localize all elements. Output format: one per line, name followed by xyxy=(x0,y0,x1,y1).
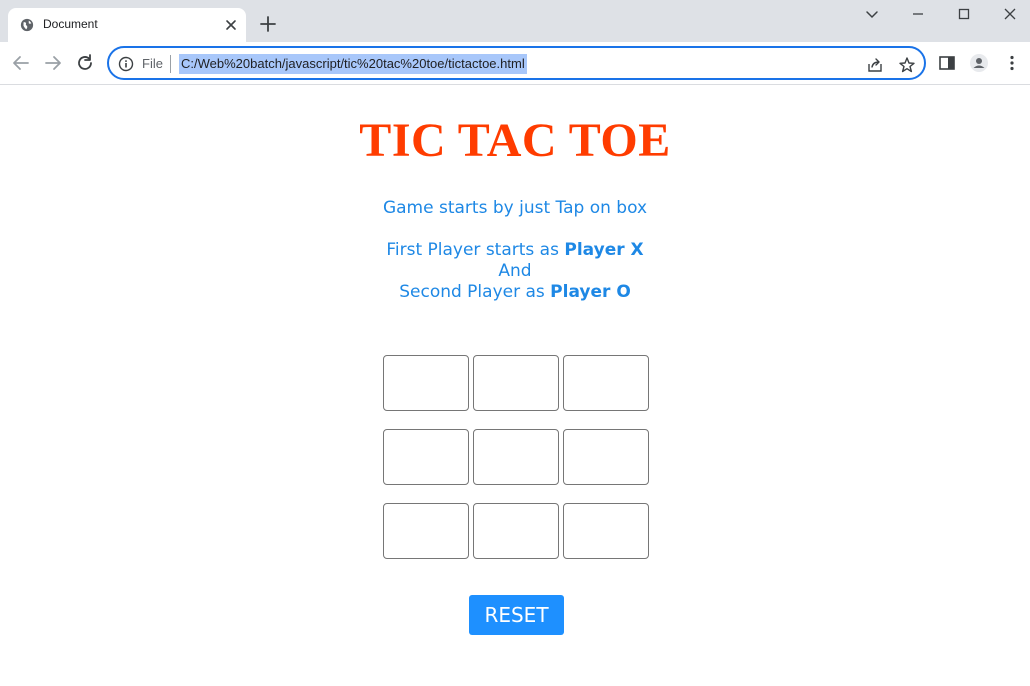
share-icon[interactable] xyxy=(866,56,884,74)
side-panel-icon[interactable] xyxy=(937,53,957,73)
board-cell-4[interactable] xyxy=(383,429,469,485)
url-text[interactable]: C:/Web%20batch/javascript/tic%20tac%20to… xyxy=(179,54,527,74)
tab-title: Document xyxy=(43,17,98,31)
site-info-icon[interactable] xyxy=(118,56,134,72)
address-bar[interactable]: File C:/Web%20batch/javascript/tic%20tac… xyxy=(107,46,926,80)
player-x-label: Player X xyxy=(564,240,644,260)
board-cell-3[interactable] xyxy=(563,355,649,411)
new-tab-icon[interactable] xyxy=(258,14,278,34)
player-x-prefix: First Player starts as xyxy=(386,240,565,260)
player-x-line: First Player starts as Player X xyxy=(0,240,1030,260)
back-arrow-icon[interactable] xyxy=(10,52,32,74)
board-cell-5[interactable] xyxy=(473,429,559,485)
browser-toolbar: File C:/Web%20batch/javascript/tic%20tac… xyxy=(0,42,1030,85)
player-o-prefix: Second Player as xyxy=(399,282,551,302)
browser-tab[interactable]: Document xyxy=(8,8,246,42)
tab-search-icon[interactable] xyxy=(861,4,883,24)
bookmark-star-icon[interactable] xyxy=(898,56,916,74)
maximize-icon[interactable] xyxy=(953,4,975,24)
and-line: And xyxy=(498,261,532,281)
globe-icon xyxy=(20,18,34,32)
profile-avatar-icon[interactable] xyxy=(969,53,989,73)
forward-arrow-icon[interactable] xyxy=(42,52,64,74)
minimize-icon[interactable] xyxy=(907,4,929,24)
page-title: TIC TAC TOE xyxy=(359,114,671,167)
intro-text: Game starts by just Tap on box xyxy=(382,198,648,218)
board-cell-7[interactable] xyxy=(383,503,469,559)
scheme-label: File xyxy=(142,56,163,71)
reset-button[interactable]: RESET xyxy=(469,595,564,635)
board-cell-9[interactable] xyxy=(563,503,649,559)
board-cell-6[interactable] xyxy=(563,429,649,485)
kebab-menu-icon[interactable] xyxy=(1002,53,1022,73)
omnibox-divider xyxy=(170,55,171,73)
board-cell-8[interactable] xyxy=(473,503,559,559)
board-cell-1[interactable] xyxy=(383,355,469,411)
board-cell-2[interactable] xyxy=(473,355,559,411)
player-o-label: Player O xyxy=(550,282,631,302)
close-tab-icon[interactable] xyxy=(222,16,240,34)
tab-strip: Document xyxy=(0,0,1030,42)
player-o-line: Second Player as Player O xyxy=(0,282,1030,302)
reload-icon[interactable] xyxy=(74,52,96,74)
close-window-icon[interactable] xyxy=(999,4,1021,24)
